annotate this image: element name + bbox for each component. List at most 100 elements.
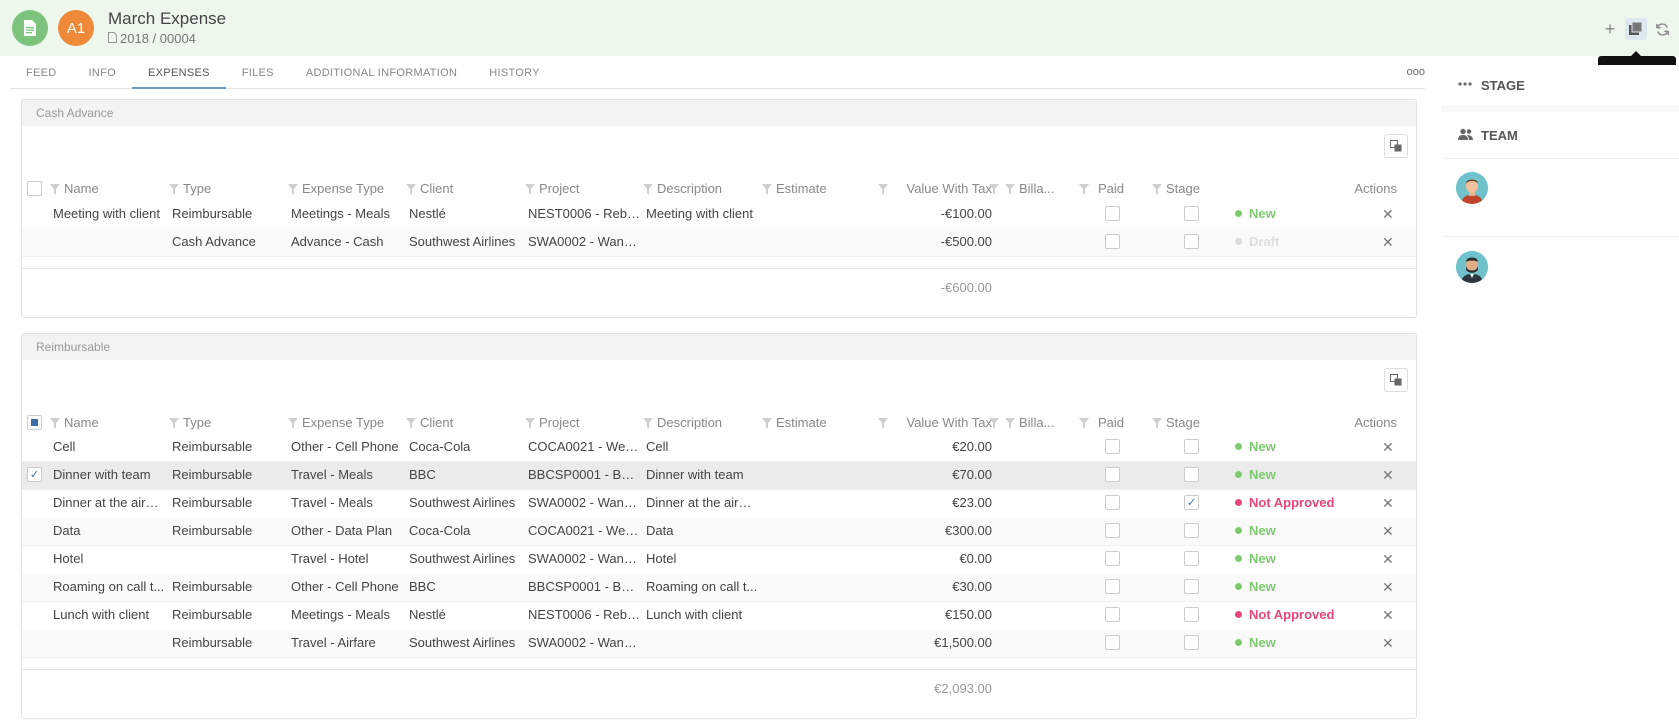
paid-checkbox[interactable]	[1184, 607, 1199, 622]
table-row[interactable]: Data Reimbursable Other - Data Plan Coca-Co…	[22, 517, 1416, 545]
export-button[interactable]	[1384, 134, 1408, 158]
filter-icon[interactable]	[169, 184, 179, 195]
filter-icon[interactable]	[525, 184, 535, 195]
delete-icon[interactable]: ✕	[1382, 489, 1394, 517]
delete-icon[interactable]: ✕	[1382, 200, 1394, 228]
filter-icon[interactable]	[762, 418, 772, 429]
paid-checkbox[interactable]	[1184, 206, 1199, 221]
table-row[interactable]: Cell Reimbursable Other - Cell Phone Coca-C…	[22, 433, 1416, 461]
billable-checkbox[interactable]	[1105, 234, 1120, 249]
filter-icon[interactable]	[288, 184, 298, 195]
filter-icon[interactable]	[50, 418, 60, 429]
billable-checkbox[interactable]	[1105, 579, 1120, 594]
paid-checkbox[interactable]	[1184, 635, 1199, 650]
table-row[interactable]: Meeting with client Reimbursable Meetings …	[22, 200, 1416, 228]
paid-checkbox[interactable]	[1184, 439, 1199, 454]
filter-icon[interactable]	[643, 184, 653, 195]
billable-checkbox[interactable]	[1105, 635, 1120, 650]
stage-badge[interactable]: New	[1235, 573, 1365, 601]
stage-badge[interactable]: Not Approved	[1235, 489, 1365, 517]
stage-section[interactable]: STAGE	[1442, 65, 1679, 105]
paid-checkbox[interactable]	[1184, 551, 1199, 566]
paid-checkbox[interactable]	[1184, 523, 1199, 538]
billable-checkbox[interactable]	[1105, 467, 1120, 482]
delete-icon[interactable]: ✕	[1382, 545, 1394, 573]
select-all-checkbox[interactable]	[27, 181, 42, 196]
filter-icon[interactable]	[1152, 184, 1162, 195]
filter-icon[interactable]	[288, 418, 298, 429]
tab-additional-information[interactable]: ADDITIONAL INFORMATION	[290, 57, 473, 89]
tab-files[interactable]: FILES	[226, 57, 290, 89]
billable-checkbox[interactable]	[1105, 551, 1120, 566]
filter-icon[interactable]	[989, 418, 999, 429]
column-header-actions[interactable]: Actions	[1307, 175, 1397, 203]
column-header-stage[interactable]: Stage	[1152, 175, 1262, 203]
table-row[interactable]: ✓ Dinner with team Reimbursable Travel - Me…	[22, 461, 1416, 489]
delete-icon[interactable]: ✕	[1382, 228, 1394, 256]
column-header-expense-type[interactable]: Expense Type	[288, 175, 400, 203]
select-all-checkbox[interactable]	[27, 415, 42, 430]
tab-info[interactable]: INFO	[73, 57, 132, 89]
duplicate-icon[interactable]	[1625, 18, 1647, 40]
filter-icon[interactable]	[989, 184, 999, 195]
table-row[interactable]: Reimbursable Travel - Airfare Southwest Ai…	[22, 629, 1416, 657]
filter-icon[interactable]	[525, 418, 535, 429]
column-header-paid[interactable]: Paid	[1084, 175, 1124, 203]
delete-icon[interactable]: ✕	[1382, 629, 1394, 657]
tabs-more-icon[interactable]: ooo	[1407, 57, 1425, 89]
paid-checkbox[interactable]	[1184, 579, 1199, 594]
paid-checkbox[interactable]	[1184, 467, 1199, 482]
export-button[interactable]	[1384, 368, 1408, 392]
billable-checkbox[interactable]	[1105, 495, 1120, 510]
paid-checkbox[interactable]	[1184, 234, 1199, 249]
table-row[interactable]: Hotel Travel - Hotel Southwest Airlines SWA…	[22, 545, 1416, 573]
column-header-name[interactable]: Name	[50, 175, 162, 203]
billable-checkbox[interactable]	[1105, 439, 1120, 454]
plus-icon[interactable]: +	[1599, 18, 1621, 40]
tab-expenses[interactable]: EXPENSES	[132, 57, 226, 89]
row-checkbox[interactable]: ✓	[27, 467, 42, 482]
column-header-estimate[interactable]: Estimate	[762, 175, 874, 203]
column-header-client[interactable]: Client	[406, 175, 518, 203]
paid-checkbox[interactable]: ✓	[1184, 495, 1199, 510]
stage-badge[interactable]: New	[1235, 433, 1365, 461]
delete-icon[interactable]: ✕	[1382, 433, 1394, 461]
table-row[interactable]: Roaming on call t... Reimbursable Other - …	[22, 573, 1416, 601]
team-member-avatar[interactable]	[1456, 251, 1488, 283]
filter-icon[interactable]	[406, 184, 416, 195]
stage-badge[interactable]: New	[1235, 545, 1365, 573]
filter-icon[interactable]	[1079, 184, 1089, 195]
delete-icon[interactable]: ✕	[1382, 601, 1394, 629]
column-header-description[interactable]: Description	[643, 175, 755, 203]
filter-icon[interactable]	[1079, 418, 1089, 429]
stage-badge[interactable]: New	[1235, 629, 1365, 657]
filter-icon[interactable]	[406, 418, 416, 429]
column-header-billable[interactable]: Billa...	[1005, 175, 1065, 203]
stage-badge[interactable]: Not Approved	[1235, 601, 1365, 629]
owner-avatar[interactable]: A1	[58, 10, 94, 46]
stage-badge[interactable]: New	[1235, 200, 1365, 228]
filter-icon[interactable]	[878, 418, 888, 429]
team-member-avatar[interactable]	[1456, 172, 1488, 204]
refresh-icon[interactable]	[1651, 18, 1673, 40]
filter-icon[interactable]	[1005, 184, 1015, 195]
filter-icon[interactable]	[50, 184, 60, 195]
table-row[interactable]: Dinner at the airport Reimbursable Travel …	[22, 489, 1416, 517]
delete-icon[interactable]: ✕	[1382, 573, 1394, 601]
column-header-project[interactable]: Project	[525, 175, 637, 203]
filter-icon[interactable]	[643, 418, 653, 429]
filter-icon[interactable]	[762, 184, 772, 195]
filter-icon[interactable]	[1005, 418, 1015, 429]
tab-history[interactable]: HISTORY	[473, 57, 556, 89]
stage-badge[interactable]: New	[1235, 517, 1365, 545]
delete-icon[interactable]: ✕	[1382, 517, 1394, 545]
tab-feed[interactable]: FEED	[10, 57, 73, 89]
filter-icon[interactable]	[878, 184, 888, 195]
delete-icon[interactable]: ✕	[1382, 461, 1394, 489]
filter-icon[interactable]	[1152, 418, 1162, 429]
table-row[interactable]: Cash Advance Advance - Cash Southwest Airl…	[22, 228, 1416, 256]
billable-checkbox[interactable]	[1105, 607, 1120, 622]
column-header-type[interactable]: Type	[169, 175, 281, 203]
table-row[interactable]: Lunch with client Reimbursable Meetings - …	[22, 601, 1416, 629]
column-header-value[interactable]: Value With Tax	[882, 175, 992, 203]
